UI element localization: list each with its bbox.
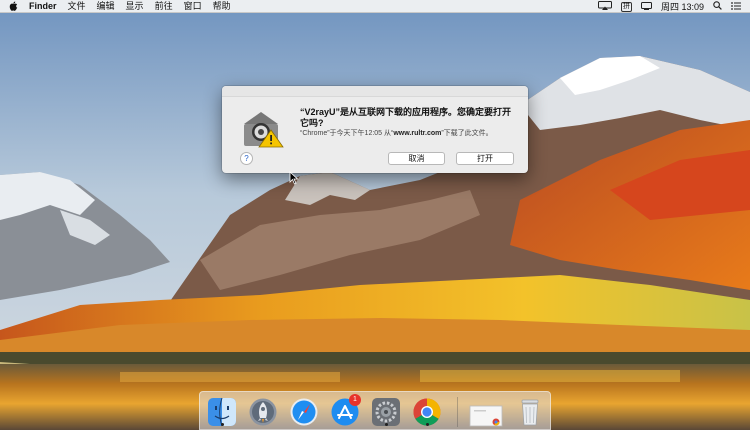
trash-icon — [521, 399, 539, 426]
dock-downloads-stack[interactable] — [468, 397, 504, 427]
mouse-cursor-icon — [289, 171, 299, 185]
menu-help[interactable]: 帮助 — [213, 0, 231, 13]
menu-view[interactable]: 显示 — [126, 0, 144, 13]
safari-icon — [290, 398, 318, 426]
dock-finder[interactable] — [207, 397, 237, 427]
cancel-button[interactable]: 取消 — [388, 152, 445, 165]
apple-menu-icon[interactable] — [9, 1, 18, 11]
dialog-description: “Chrome”于今天下午12:05 从“www.rultr.com”下载了此文… — [300, 129, 522, 138]
dock-system-preferences[interactable] — [371, 397, 401, 427]
notification-badge: 1 — [349, 394, 361, 406]
dock: 1 — [199, 391, 551, 430]
airplay-icon[interactable] — [597, 1, 612, 12]
menu-finder[interactable]: Finder — [29, 0, 57, 13]
dock-trash[interactable] — [515, 397, 545, 427]
dock-separator — [457, 397, 458, 427]
menu-bar: Finder 文件 编辑 显示 前往 窗口 帮助 拼 周四 13:09 — [0, 0, 750, 13]
menu-file[interactable]: 文件 — [68, 0, 86, 13]
open-button[interactable]: 打开 — [456, 152, 514, 165]
menu-window[interactable]: 窗口 — [184, 0, 202, 13]
download-source-domain: www.rultr.com — [393, 130, 442, 137]
launchpad-icon — [249, 398, 277, 426]
notification-center-icon[interactable] — [731, 1, 741, 12]
security-warning-icon — [244, 112, 284, 148]
dock-chrome[interactable] — [412, 397, 442, 427]
display-icon[interactable] — [640, 1, 652, 12]
menu-clock[interactable]: 周四 13:09 — [661, 0, 704, 13]
dock-safari[interactable] — [289, 397, 319, 427]
downloads-stack-icon — [469, 405, 503, 427]
help-button[interactable]: ? — [240, 152, 253, 165]
running-indicator — [385, 423, 388, 426]
running-indicator — [221, 423, 224, 426]
desktop-wallpaper — [0, 0, 750, 430]
dialog-title: “V2rayU”是从互联网下载的应用程序。您确定要打开它吗? — [300, 107, 512, 128]
spotlight-search-icon[interactable] — [713, 1, 722, 12]
running-indicator — [426, 423, 429, 426]
dialog-description-suffix: ”下载了此文件。 — [441, 130, 493, 137]
dialog-titlebar[interactable] — [222, 86, 528, 97]
dock-app-store[interactable]: 1 — [330, 394, 361, 427]
dialog-description-prefix: “Chrome”于今天下午12:05 从“ — [300, 130, 394, 137]
dock-launchpad[interactable] — [248, 397, 278, 427]
menu-go[interactable]: 前往 — [155, 0, 173, 13]
gatekeeper-dialog: “V2rayU”是从互联网下载的应用程序。您确定要打开它吗? “Chrome”于… — [222, 86, 528, 173]
input-method-badge[interactable]: 拼 — [620, 1, 632, 12]
menu-edit[interactable]: 编辑 — [97, 0, 115, 13]
